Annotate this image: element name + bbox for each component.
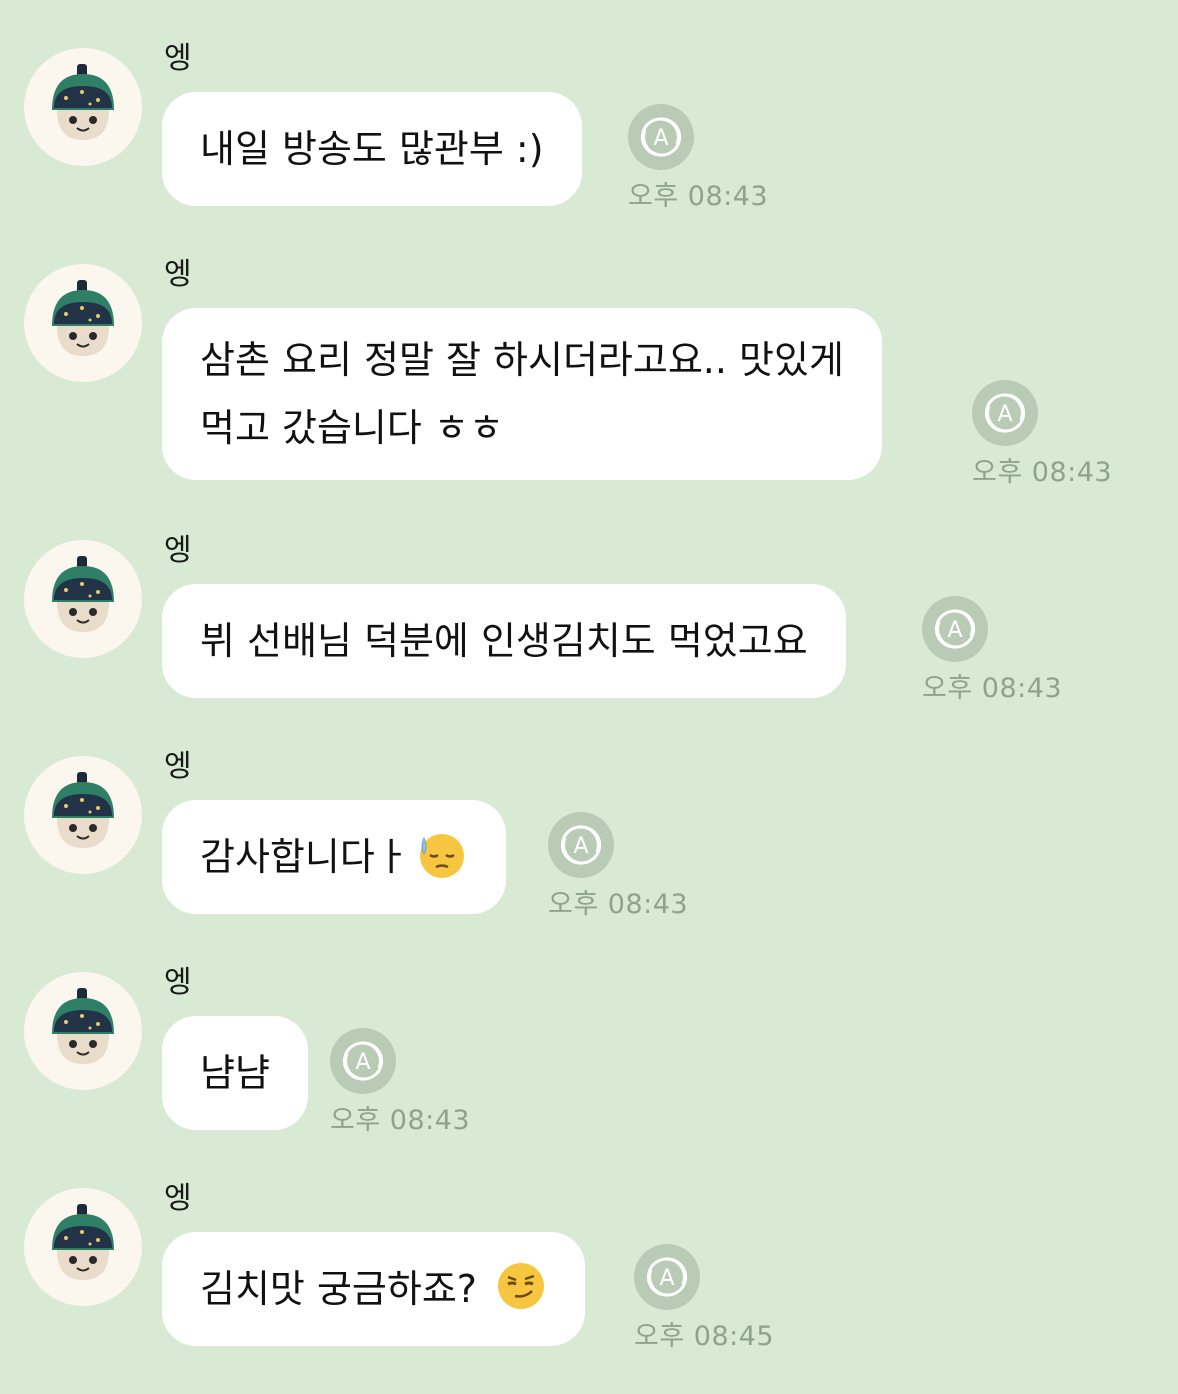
message-bubble[interactable]: 냠냠 [162, 1016, 308, 1130]
message-bubble[interactable]: 뷔 선배님 덕분에 인생김치도 먹었고요 [162, 584, 846, 698]
auto-translate-icon[interactable]: A [628, 104, 694, 170]
sender-name: 엥 [164, 965, 192, 1000]
mushroom-plush-avatar-icon [52, 1204, 114, 1280]
avatar[interactable] [24, 1188, 142, 1306]
svg-text:A: A [355, 1050, 370, 1075]
svg-text:A: A [573, 834, 588, 859]
sender-name: 엥 [164, 533, 192, 568]
mushroom-plush-avatar-icon [52, 64, 114, 140]
message-text-line: 먹고 갔습니다 ㅎㅎ [200, 406, 504, 450]
avatar[interactable] [24, 756, 142, 874]
smirking-face-emoji-icon [497, 1263, 544, 1309]
message-bubble[interactable]: 삼촌 요리 정말 잘 하시더라고요.. 맛있게 먹고 갔습니다 ㅎㅎ [162, 308, 882, 480]
svg-text:A: A [997, 402, 1012, 427]
timestamp: 오후 08:43 [922, 673, 1063, 704]
mushroom-plush-avatar-icon [52, 988, 114, 1064]
auto-translate-icon[interactable]: A [330, 1028, 396, 1094]
sender-name: 엥 [164, 749, 192, 784]
auto-translate-icon[interactable]: A [972, 380, 1038, 446]
sender-name: 엥 [164, 1181, 192, 1216]
message-text: 감사합니다ㅏ [200, 823, 468, 891]
relieved-sweat-face-emoji-icon [419, 834, 464, 878]
auto-translate-icon[interactable]: A [548, 812, 614, 878]
svg-text:A: A [947, 618, 962, 643]
auto-translate-icon[interactable]: A [922, 596, 988, 662]
timestamp: 오후 08:45 [634, 1321, 775, 1352]
message-text: 냠냠 [200, 1051, 270, 1095]
mushroom-plush-avatar-icon [52, 772, 114, 848]
svg-text:A: A [653, 126, 668, 151]
message-text-content: 감사합니다ㅏ [200, 835, 410, 879]
svg-text:A: A [659, 1266, 674, 1291]
message-text: 내일 방송도 많관부 :) [200, 127, 544, 171]
auto-translate-icon[interactable]: A [634, 1244, 700, 1310]
avatar[interactable] [24, 540, 142, 658]
timestamp: 오후 08:43 [548, 889, 689, 920]
mushroom-plush-avatar-icon [52, 556, 114, 632]
message-bubble[interactable]: 감사합니다ㅏ [162, 800, 506, 914]
message-bubble[interactable]: 내일 방송도 많관부 :) [162, 92, 582, 206]
avatar[interactable] [24, 48, 142, 166]
avatar[interactable] [24, 972, 142, 1090]
avatar[interactable] [24, 264, 142, 382]
timestamp: 오후 08:43 [972, 457, 1113, 488]
message-text-line: 삼촌 요리 정말 잘 하시더라고요.. 맛있게 [200, 338, 844, 382]
message-text: 김치맛 궁금하죠? [200, 1255, 547, 1323]
sender-name: 엥 [164, 257, 192, 292]
timestamp: 오후 08:43 [330, 1105, 471, 1136]
mushroom-plush-avatar-icon [52, 280, 114, 356]
message-text: 뷔 선배님 덕분에 인생김치도 먹었고요 [200, 619, 808, 663]
sender-name: 엥 [164, 41, 192, 76]
message-bubble[interactable]: 김치맛 궁금하죠? [162, 1232, 585, 1346]
message-text-content: 김치맛 궁금하죠? [200, 1267, 477, 1311]
timestamp: 오후 08:43 [628, 181, 769, 212]
